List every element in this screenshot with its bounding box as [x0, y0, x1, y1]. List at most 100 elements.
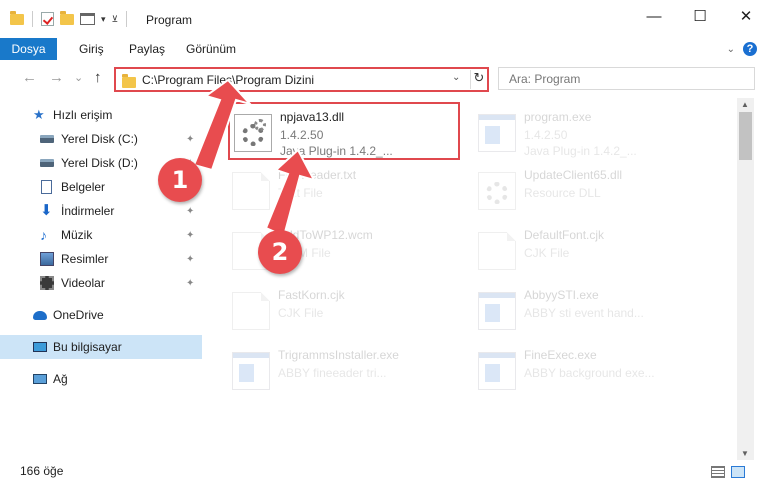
sidebar-item-label: Müzik — [61, 228, 93, 242]
tab-file[interactable]: Dosya — [0, 38, 57, 60]
gear-icon — [254, 119, 266, 131]
chevron-down-icon[interactable]: ⌄ — [452, 72, 460, 83]
item-count: 166 öğe — [20, 464, 64, 478]
network-icon — [33, 374, 47, 384]
sidebar-item-network[interactable]: Ağ — [0, 367, 202, 391]
file-item[interactable]: FineExec.exe ABBY background exe... — [474, 342, 706, 400]
sidebar-item-music[interactable]: ♪ Müzik ✦ — [0, 223, 202, 247]
file-name: DefaultFont.cjk — [524, 228, 605, 242]
file-type: Resource DLL — [524, 186, 601, 200]
file-item[interactable]: program.exe 1.4.2.50 Java Plug-in 1.4.2_… — [474, 104, 706, 162]
file-item[interactable]: FastKorn.cjk CJK File — [228, 282, 460, 340]
file-name: AbbyySTI.exe — [524, 288, 599, 302]
vertical-scrollbar[interactable]: ▲ ▼ — [737, 98, 754, 460]
close-button[interactable]: ✕ — [723, 0, 769, 32]
callout-2: 2 — [258, 230, 302, 274]
file-version: 1.4.2.50 — [524, 128, 568, 142]
tiles-view-icon[interactable] — [731, 466, 745, 478]
minimize-button[interactable]: — — [631, 0, 677, 32]
tab-share[interactable]: Paylaş — [129, 38, 165, 60]
file-item[interactable]: FineReader.txt Text File — [228, 162, 460, 220]
computer-icon — [33, 342, 47, 352]
recent-locations-button[interactable]: ⌄ — [74, 71, 83, 84]
properties-icon[interactable] — [80, 13, 95, 25]
maximize-button[interactable]: ☐ — [677, 0, 723, 32]
file-name: FineReader.txt — [278, 168, 357, 182]
address-path[interactable]: C:\Program Files\Program Dizini — [142, 73, 314, 87]
cloud-icon — [33, 310, 47, 320]
gear-icon — [486, 182, 508, 204]
file-item[interactable]: TrigrammsInstaller.exe ABBY fineeader tr… — [228, 342, 460, 400]
scroll-down-icon[interactable]: ▼ — [741, 449, 749, 458]
refresh-button[interactable]: ↻ — [470, 70, 487, 89]
sidebar-item-local-disk-c[interactable]: Yerel Disk (C:) ✦ — [0, 127, 202, 151]
sidebar-item-label: Yerel Disk (C:) — [61, 132, 138, 146]
disk-icon — [40, 159, 54, 167]
folder-icon — [122, 74, 136, 88]
pin-icon: ✦ — [186, 277, 195, 289]
title-bar: ▾ ⊻ Program — ☐ ✕ — [0, 0, 769, 38]
sidebar-item-videos[interactable]: Videolar ✦ — [0, 271, 202, 295]
file-type: CJK File — [278, 306, 324, 320]
document-icon — [41, 180, 52, 194]
file-list: npjava13.dll 1.4.2.50 Java Plug-in 1.4.2… — [212, 100, 737, 456]
folder-icon[interactable] — [10, 10, 24, 25]
file-name: UpdateClient65.dll — [524, 168, 623, 182]
disk-icon — [40, 135, 54, 143]
tab-view[interactable]: Görünüm — [186, 38, 236, 60]
exe-icon — [478, 114, 516, 152]
text-file-icon — [232, 172, 270, 210]
sidebar-item-downloads[interactable]: ⬇ İndirmeler ✦ — [0, 199, 202, 223]
details-view-icon[interactable] — [711, 466, 725, 478]
file-version: 1.4.2.50 — [280, 128, 324, 142]
pin-icon: ✦ — [186, 133, 195, 145]
sidebar-item-label: Hızlı erişim — [53, 108, 113, 122]
file-item[interactable]: AbbyySTI.exe ABBY sti event hand... — [474, 282, 706, 340]
pin-icon: ✦ — [186, 229, 195, 241]
divider — [126, 11, 128, 27]
new-folder-icon[interactable] — [60, 10, 74, 25]
scroll-up-icon[interactable]: ▲ — [741, 100, 749, 109]
file-name: program.exe — [524, 110, 592, 124]
customize-toolbar-icon[interactable]: ⊻ — [112, 14, 119, 25]
file-type: CJK File — [524, 246, 570, 260]
status-bar: 166 öğe — [0, 460, 769, 482]
file-item[interactable]: UpdateClient65.dll Resource DLL — [474, 162, 706, 220]
file-name: FastKorn.cjk — [278, 288, 345, 302]
file-name: npjava13.dll — [280, 110, 345, 124]
ribbon-tabs: Dosya Giriş Paylaş Görünüm ⌄ ? — [0, 38, 769, 60]
quick-access-toolbar: ▾ ⊻ — [10, 10, 129, 27]
help-icon[interactable]: ? — [743, 42, 757, 56]
callout-1: 1 — [158, 158, 202, 202]
address-bar[interactable]: C:\Program Files\Program Dizini ⌄ ↻ — [114, 67, 489, 92]
music-icon: ♪ — [40, 227, 47, 243]
file-description: ABBY sti event hand... — [524, 306, 644, 320]
search-input[interactable]: Ara: Program — [498, 67, 755, 90]
download-icon: ⬇ — [40, 202, 53, 219]
file-icon — [478, 232, 516, 270]
pin-icon: ✦ — [186, 253, 195, 265]
star-icon: ★ — [33, 107, 45, 122]
sidebar-item-pictures[interactable]: Resimler ✦ — [0, 247, 202, 271]
window-title: Program — [146, 13, 193, 27]
forward-button[interactable]: → — [49, 69, 64, 86]
exe-icon — [478, 292, 516, 330]
sidebar-item-label: Videolar — [61, 276, 105, 290]
file-name: FineExec.exe — [524, 348, 597, 362]
file-description: Java Plug-in 1.4.2_... — [280, 144, 393, 158]
sidebar-item-this-pc[interactable]: Bu bilgisayar — [0, 335, 202, 359]
sidebar-item-onedrive[interactable]: OneDrive — [0, 303, 202, 327]
sidebar-item-label: Resimler — [61, 252, 109, 266]
chevron-down-icon[interactable]: ▾ — [101, 14, 106, 25]
scrollbar-thumb[interactable] — [739, 112, 752, 160]
properties-check-icon[interactable] — [41, 12, 54, 26]
up-button[interactable]: ↑ — [94, 69, 102, 86]
file-item-npjava13-dll[interactable]: npjava13.dll 1.4.2.50 Java Plug-in 1.4.2… — [228, 102, 460, 160]
sidebar-item-label: Ağ — [53, 372, 68, 386]
tab-home[interactable]: Giriş — [79, 38, 104, 60]
sidebar-item-quick-access[interactable]: ★ Hızlı erişim — [0, 103, 202, 127]
back-button[interactable]: ← — [22, 69, 37, 86]
file-name: TrigrammsInstaller.exe — [278, 348, 399, 362]
file-item[interactable]: DefaultFont.cjk CJK File — [474, 222, 706, 280]
expand-ribbon-icon[interactable]: ⌄ — [727, 44, 735, 55]
